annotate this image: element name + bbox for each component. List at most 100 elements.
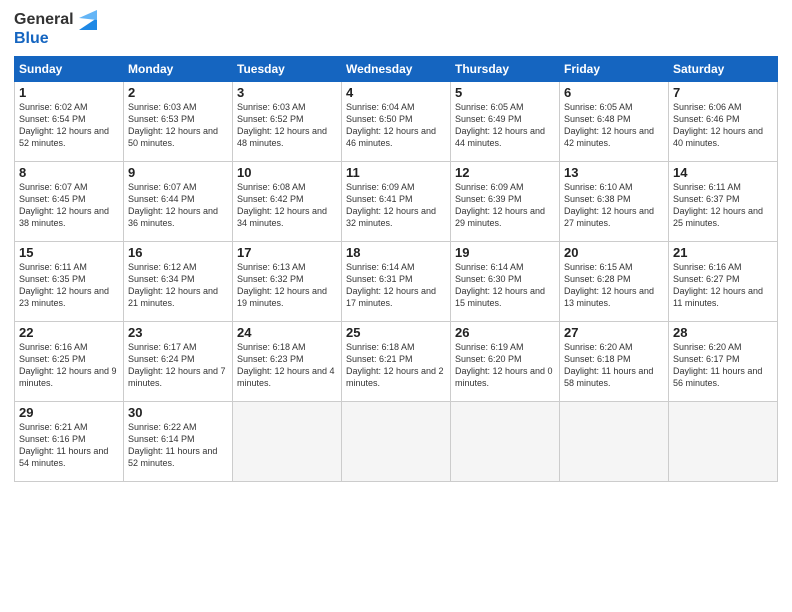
day-info: Sunrise: 6:07 AM Sunset: 6:44 PM Dayligh… xyxy=(128,181,228,230)
day-number: 22 xyxy=(19,325,119,340)
day-number: 9 xyxy=(128,165,228,180)
day-info: Sunrise: 6:19 AM Sunset: 6:20 PM Dayligh… xyxy=(455,341,555,390)
day-number: 12 xyxy=(455,165,555,180)
day-info: Sunrise: 6:05 AM Sunset: 6:49 PM Dayligh… xyxy=(455,101,555,150)
calendar-day-cell: 2Sunrise: 6:03 AM Sunset: 6:53 PM Daylig… xyxy=(124,81,233,161)
day-number: 5 xyxy=(455,85,555,100)
logo-general-text: General xyxy=(14,11,74,28)
day-info: Sunrise: 6:16 AM Sunset: 6:27 PM Dayligh… xyxy=(673,261,773,310)
calendar-week-row: 8Sunrise: 6:07 AM Sunset: 6:45 PM Daylig… xyxy=(15,161,778,241)
calendar-day-cell: 10Sunrise: 6:08 AM Sunset: 6:42 PM Dayli… xyxy=(233,161,342,241)
calendar-day-cell: 1Sunrise: 6:02 AM Sunset: 6:54 PM Daylig… xyxy=(15,81,124,161)
day-info: Sunrise: 6:04 AM Sunset: 6:50 PM Dayligh… xyxy=(346,101,446,150)
day-info: Sunrise: 6:22 AM Sunset: 6:14 PM Dayligh… xyxy=(128,421,228,470)
day-info: Sunrise: 6:20 AM Sunset: 6:17 PM Dayligh… xyxy=(673,341,773,390)
day-number: 23 xyxy=(128,325,228,340)
day-number: 15 xyxy=(19,245,119,260)
day-number: 10 xyxy=(237,165,337,180)
day-number: 26 xyxy=(455,325,555,340)
day-number: 17 xyxy=(237,245,337,260)
day-info: Sunrise: 6:06 AM Sunset: 6:46 PM Dayligh… xyxy=(673,101,773,150)
calendar-day-cell: 3Sunrise: 6:03 AM Sunset: 6:52 PM Daylig… xyxy=(233,81,342,161)
weekday-header-saturday: Saturday xyxy=(669,56,778,81)
calendar-day-cell: 28Sunrise: 6:20 AM Sunset: 6:17 PM Dayli… xyxy=(669,321,778,401)
day-info: Sunrise: 6:15 AM Sunset: 6:28 PM Dayligh… xyxy=(564,261,664,310)
day-info: Sunrise: 6:09 AM Sunset: 6:39 PM Dayligh… xyxy=(455,181,555,230)
page-header: General Blue xyxy=(14,10,778,48)
day-number: 6 xyxy=(564,85,664,100)
day-number: 21 xyxy=(673,245,773,260)
day-number: 3 xyxy=(237,85,337,100)
calendar-day-cell: 23Sunrise: 6:17 AM Sunset: 6:24 PM Dayli… xyxy=(124,321,233,401)
weekday-header-wednesday: Wednesday xyxy=(342,56,451,81)
calendar-day-cell: 14Sunrise: 6:11 AM Sunset: 6:37 PM Dayli… xyxy=(669,161,778,241)
day-info: Sunrise: 6:07 AM Sunset: 6:45 PM Dayligh… xyxy=(19,181,119,230)
calendar-day-cell: 12Sunrise: 6:09 AM Sunset: 6:39 PM Dayli… xyxy=(451,161,560,241)
calendar-day-cell: 29Sunrise: 6:21 AM Sunset: 6:16 PM Dayli… xyxy=(15,401,124,481)
calendar-day-cell xyxy=(233,401,342,481)
calendar-day-cell: 16Sunrise: 6:12 AM Sunset: 6:34 PM Dayli… xyxy=(124,241,233,321)
day-number: 11 xyxy=(346,165,446,180)
day-info: Sunrise: 6:21 AM Sunset: 6:16 PM Dayligh… xyxy=(19,421,119,470)
weekday-header-tuesday: Tuesday xyxy=(233,56,342,81)
day-number: 1 xyxy=(19,85,119,100)
day-number: 8 xyxy=(19,165,119,180)
day-info: Sunrise: 6:18 AM Sunset: 6:23 PM Dayligh… xyxy=(237,341,337,390)
day-number: 29 xyxy=(19,405,119,420)
page-container: General Blue SundayMondayTuesdayWednesda… xyxy=(0,0,792,612)
day-info: Sunrise: 6:03 AM Sunset: 6:53 PM Dayligh… xyxy=(128,101,228,150)
calendar-header-row: SundayMondayTuesdayWednesdayThursdayFrid… xyxy=(15,56,778,81)
day-info: Sunrise: 6:16 AM Sunset: 6:25 PM Dayligh… xyxy=(19,341,119,390)
calendar-day-cell: 20Sunrise: 6:15 AM Sunset: 6:28 PM Dayli… xyxy=(560,241,669,321)
day-info: Sunrise: 6:08 AM Sunset: 6:42 PM Dayligh… xyxy=(237,181,337,230)
calendar-day-cell: 21Sunrise: 6:16 AM Sunset: 6:27 PM Dayli… xyxy=(669,241,778,321)
calendar-table: SundayMondayTuesdayWednesdayThursdayFrid… xyxy=(14,56,778,482)
weekday-header-monday: Monday xyxy=(124,56,233,81)
day-number: 30 xyxy=(128,405,228,420)
calendar-week-row: 15Sunrise: 6:11 AM Sunset: 6:35 PM Dayli… xyxy=(15,241,778,321)
day-info: Sunrise: 6:11 AM Sunset: 6:35 PM Dayligh… xyxy=(19,261,119,310)
day-info: Sunrise: 6:13 AM Sunset: 6:32 PM Dayligh… xyxy=(237,261,337,310)
day-number: 16 xyxy=(128,245,228,260)
logo: General Blue xyxy=(14,10,97,48)
calendar-day-cell xyxy=(669,401,778,481)
calendar-week-row: 29Sunrise: 6:21 AM Sunset: 6:16 PM Dayli… xyxy=(15,401,778,481)
calendar-week-row: 22Sunrise: 6:16 AM Sunset: 6:25 PM Dayli… xyxy=(15,321,778,401)
calendar-day-cell: 17Sunrise: 6:13 AM Sunset: 6:32 PM Dayli… xyxy=(233,241,342,321)
day-info: Sunrise: 6:20 AM Sunset: 6:18 PM Dayligh… xyxy=(564,341,664,390)
calendar-day-cell xyxy=(560,401,669,481)
calendar-day-cell: 6Sunrise: 6:05 AM Sunset: 6:48 PM Daylig… xyxy=(560,81,669,161)
day-number: 24 xyxy=(237,325,337,340)
day-info: Sunrise: 6:14 AM Sunset: 6:31 PM Dayligh… xyxy=(346,261,446,310)
day-info: Sunrise: 6:14 AM Sunset: 6:30 PM Dayligh… xyxy=(455,261,555,310)
day-info: Sunrise: 6:02 AM Sunset: 6:54 PM Dayligh… xyxy=(19,101,119,150)
calendar-day-cell xyxy=(342,401,451,481)
calendar-day-cell: 4Sunrise: 6:04 AM Sunset: 6:50 PM Daylig… xyxy=(342,81,451,161)
calendar-day-cell: 26Sunrise: 6:19 AM Sunset: 6:20 PM Dayli… xyxy=(451,321,560,401)
calendar-day-cell: 24Sunrise: 6:18 AM Sunset: 6:23 PM Dayli… xyxy=(233,321,342,401)
day-number: 27 xyxy=(564,325,664,340)
calendar-day-cell: 18Sunrise: 6:14 AM Sunset: 6:31 PM Dayli… xyxy=(342,241,451,321)
calendar-day-cell: 11Sunrise: 6:09 AM Sunset: 6:41 PM Dayli… xyxy=(342,161,451,241)
calendar-day-cell: 13Sunrise: 6:10 AM Sunset: 6:38 PM Dayli… xyxy=(560,161,669,241)
calendar-week-row: 1Sunrise: 6:02 AM Sunset: 6:54 PM Daylig… xyxy=(15,81,778,161)
day-info: Sunrise: 6:05 AM Sunset: 6:48 PM Dayligh… xyxy=(564,101,664,150)
logo-blue-text: Blue xyxy=(14,30,49,47)
day-info: Sunrise: 6:17 AM Sunset: 6:24 PM Dayligh… xyxy=(128,341,228,390)
day-number: 18 xyxy=(346,245,446,260)
calendar-day-cell xyxy=(451,401,560,481)
calendar-day-cell: 8Sunrise: 6:07 AM Sunset: 6:45 PM Daylig… xyxy=(15,161,124,241)
calendar-day-cell: 15Sunrise: 6:11 AM Sunset: 6:35 PM Dayli… xyxy=(15,241,124,321)
day-info: Sunrise: 6:12 AM Sunset: 6:34 PM Dayligh… xyxy=(128,261,228,310)
calendar-day-cell: 25Sunrise: 6:18 AM Sunset: 6:21 PM Dayli… xyxy=(342,321,451,401)
calendar-day-cell: 19Sunrise: 6:14 AM Sunset: 6:30 PM Dayli… xyxy=(451,241,560,321)
day-number: 25 xyxy=(346,325,446,340)
day-info: Sunrise: 6:11 AM Sunset: 6:37 PM Dayligh… xyxy=(673,181,773,230)
day-number: 4 xyxy=(346,85,446,100)
day-info: Sunrise: 6:03 AM Sunset: 6:52 PM Dayligh… xyxy=(237,101,337,150)
day-number: 13 xyxy=(564,165,664,180)
day-info: Sunrise: 6:09 AM Sunset: 6:41 PM Dayligh… xyxy=(346,181,446,230)
weekday-header-friday: Friday xyxy=(560,56,669,81)
day-number: 2 xyxy=(128,85,228,100)
calendar-day-cell: 27Sunrise: 6:20 AM Sunset: 6:18 PM Dayli… xyxy=(560,321,669,401)
